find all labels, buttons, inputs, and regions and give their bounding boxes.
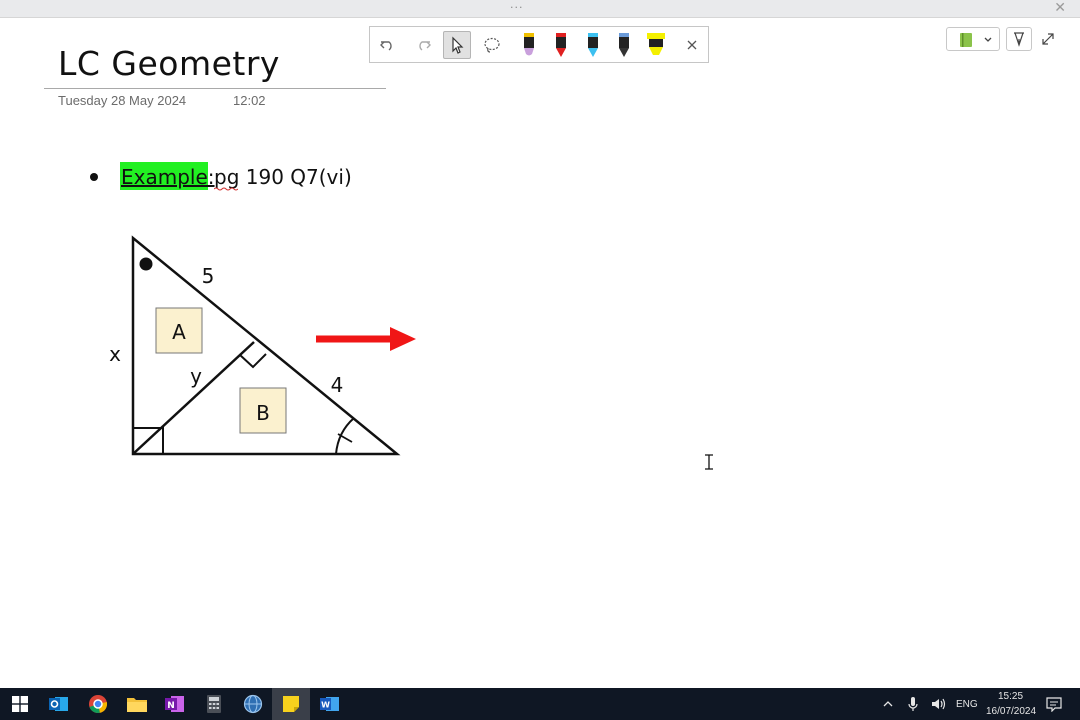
spellcheck-squiggle [214,187,238,191]
outlook-taskbar-icon[interactable] [47,692,71,716]
page-time: 12:02 [233,93,266,108]
drag-grip[interactable]: ··· [510,1,524,14]
title-divider [44,88,386,89]
start-button[interactable] [8,692,32,716]
label-4: 4 [331,373,344,397]
language-indicator[interactable]: ENG [956,699,978,710]
microphone-icon [908,697,918,711]
show-hidden-icons-button[interactable] [876,692,900,716]
page-title[interactable]: LC Geometry [58,44,280,83]
onenote-icon: N [165,696,184,712]
chrome-icon [89,695,108,714]
sticky-notes-icon [283,696,299,712]
example-label[interactable]: Example: [121,165,215,189]
chevron-up-icon [883,701,893,707]
pen-purple-button[interactable] [515,31,543,59]
select-tool-button[interactable] [443,31,471,59]
redo-icon [419,41,431,51]
redo-button[interactable] [409,31,437,59]
label-5: 5 [202,264,215,288]
red-arrow-head [390,327,416,351]
undo-icon [380,41,392,51]
onenote-window: ··· ✕ LC Geometry Tuesday 28 May 2024 12… [0,0,1080,688]
altitude-line [132,341,255,455]
clock-date[interactable]: 16/07/2024 [986,706,1036,717]
highlighter-button[interactable] [642,31,670,59]
microphone-button[interactable] [901,692,925,716]
pen-red-button[interactable] [547,31,575,59]
speaker-icon [932,698,946,710]
svg-text:W: W [321,701,330,710]
label-b: B [256,401,270,425]
angle-dot [139,257,153,271]
notebook-button[interactable] [946,27,1000,51]
text-cursor-icon [705,454,713,470]
expand-button[interactable] [1038,29,1058,49]
pen-red-icon [556,33,566,57]
windows-logo-icon [12,696,28,712]
label-x: x [109,342,121,366]
highlighter-yellow-icon [647,33,665,55]
file-explorer-taskbar-icon[interactable] [125,692,149,716]
clock-time[interactable]: 15:25 [998,691,1023,702]
pen-black-button[interactable] [610,31,638,59]
sticky-notes-taskbar-icon[interactable] [272,688,310,720]
notebook-icon [960,33,972,47]
calculator-icon [207,695,221,713]
globe-icon [243,694,263,714]
outlook-icon [49,697,68,711]
onenote-taskbar-icon[interactable]: N [163,692,187,716]
word-taskbar-icon[interactable]: W [318,692,342,716]
undo-button[interactable] [374,31,402,59]
page-date: Tuesday 28 May 2024 [58,93,187,108]
angle-arc [335,417,355,455]
pen-cyan-button[interactable] [579,31,607,59]
draw-toolbar [369,26,709,63]
close-toolbar-button[interactable] [678,31,706,59]
notification-icon [1046,697,1062,712]
close-icon [687,40,697,50]
lasso-icon [484,37,500,53]
label-y: y [190,364,202,388]
expand-icon [1042,33,1054,45]
label-a: A [172,320,186,344]
chrome-taskbar-icon[interactable] [86,692,110,716]
pen-cyan-icon [588,33,598,57]
svg-text:N: N [167,701,175,711]
pen-purple-icon [524,33,534,56]
pen-nib-icon [1014,32,1024,47]
bullet [90,173,98,181]
right-angle-foot [239,353,267,369]
folder-icon [127,698,147,712]
question-reference[interactable]: pg 190 Q7(vi) [214,165,352,189]
triangle-diagram: A B 5 4 x y [109,235,416,456]
title-bar[interactable]: ··· ✕ [0,0,1080,18]
select-icon [452,36,464,54]
chevron-down-icon [984,37,992,42]
calculator-taskbar-icon[interactable] [202,692,226,716]
pen-black-icon [619,33,629,57]
close-icon[interactable]: ✕ [1054,0,1066,16]
word-icon: W [320,697,339,711]
notifications-button[interactable] [1042,692,1066,716]
taskbar: N W ENG 15:25 16/07/2024 [0,688,1080,720]
volume-button[interactable] [927,692,951,716]
draw-mode-button[interactable] [1006,27,1032,51]
globe-app-taskbar-icon[interactable] [241,692,265,716]
lasso-button[interactable] [478,31,506,59]
